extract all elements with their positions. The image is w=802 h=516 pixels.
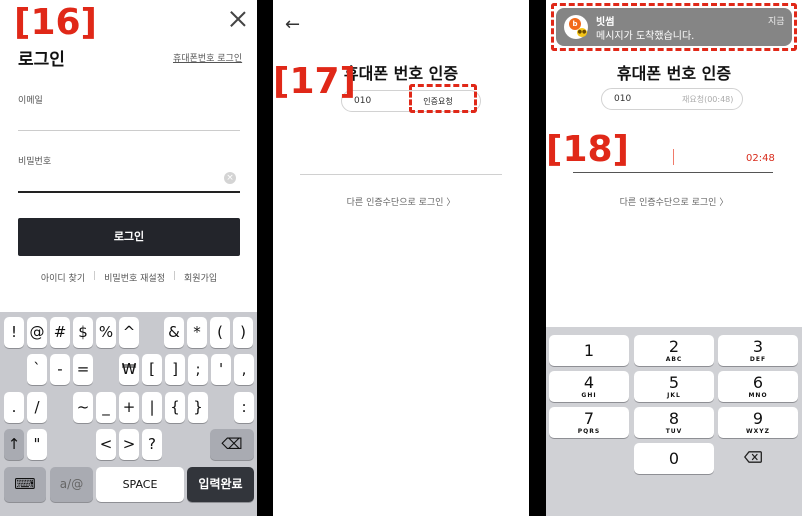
keyboard-switch-key[interactable]: ⌨ <box>4 467 46 502</box>
key[interactable]: = <box>73 354 93 385</box>
link-separator: | <box>93 271 97 281</box>
numpad-key-8[interactable]: 8 TUV <box>634 407 714 438</box>
page-title: 휴대폰 번호 인증 <box>616 64 732 83</box>
login-screen: 로그인 휴대폰번호 로그인 이메일 비밀번호 × 로그인 아이디 찾기 | 비밀… <box>0 0 257 516</box>
numpad-key-3[interactable]: 3 DEF <box>718 335 798 366</box>
space-key[interactable]: SPACE <box>96 467 184 502</box>
numpad-key-1[interactable]: 1 <box>549 335 629 366</box>
key[interactable]: > <box>119 429 139 460</box>
code-input-line[interactable] <box>300 174 502 175</box>
key[interactable]: ₩ <box>119 354 139 385</box>
back-arrow-icon[interactable]: ← <box>285 14 300 35</box>
phone-prefix: 010 <box>354 96 372 106</box>
key[interactable]: * <box>187 317 207 348</box>
numpad-key-6[interactable]: 6 MNO <box>718 371 798 402</box>
step-label-17: [17] <box>273 61 357 102</box>
backspace-icon[interactable] <box>744 451 762 463</box>
key[interactable]: @ <box>27 317 47 348</box>
countdown-timer: 02:48 <box>746 153 775 164</box>
numpad-key-5[interactable]: 5 JKL <box>634 371 714 402</box>
page-title: 로그인 <box>18 50 65 70</box>
key[interactable]: / <box>27 392 47 423</box>
key[interactable]: ' <box>211 354 231 385</box>
key[interactable]: ( <box>210 317 230 348</box>
link-separator: | <box>172 271 177 281</box>
code-input-line[interactable] <box>573 172 773 173</box>
find-id-link[interactable]: 아이디 찾기 <box>41 271 85 284</box>
password-field[interactable] <box>18 191 240 193</box>
numpad-key-2[interactable]: 2 ABC <box>634 335 714 366</box>
key[interactable]: " <box>27 429 47 460</box>
key[interactable]: ) <box>233 317 253 348</box>
key[interactable]: } <box>188 392 208 423</box>
key[interactable]: ? <box>142 429 162 460</box>
login-button[interactable]: 로그인 <box>18 218 240 256</box>
retry-button[interactable]: 재요청(00:48) <box>682 94 733 105</box>
other-method-link[interactable]: 다른 인증수단으로 로그인 〉 <box>273 195 529 208</box>
key[interactable]: _ <box>96 392 116 423</box>
key[interactable]: ~ <box>73 392 93 423</box>
clear-input-icon[interactable]: × <box>224 172 236 184</box>
shift-key[interactable]: ↑ <box>4 429 24 460</box>
email-label: 이메일 <box>18 96 43 106</box>
key[interactable]: - <box>50 354 70 385</box>
numpad-key-9[interactable]: 9 WXYZ <box>718 407 798 438</box>
email-field[interactable] <box>18 130 240 131</box>
key[interactable]: < <box>96 429 116 460</box>
code-entry-screen: b ●● 빗썸 메시지가 도착했습니다. 지금 휴대폰 번호 인증 010 재요… <box>546 0 802 516</box>
highlight-box <box>409 84 477 113</box>
done-key[interactable]: 입력완료 <box>187 467 254 502</box>
reset-password-link[interactable]: 비밀번호 재설정 <box>104 271 165 284</box>
account-links: 아이디 찾기 | 비밀번호 재설정 | 회원가입 <box>18 271 240 284</box>
step-label-16: [16] <box>14 2 98 43</box>
numpad-key-4[interactable]: 4 GHI <box>549 371 629 402</box>
symbol-keyboard: ! @ # $ % ^ & * ( ) ` - = ₩ [ ] ; ' , . … <box>0 312 257 516</box>
text-cursor <box>673 149 674 165</box>
phone-number-input[interactable]: 010 재요청(00:48) <box>601 88 743 110</box>
close-icon[interactable] <box>229 10 247 28</box>
key[interactable]: ; <box>188 354 208 385</box>
key[interactable]: | <box>142 392 162 423</box>
key[interactable]: : <box>234 392 254 423</box>
numeric-keypad: 1 2 ABC 3 DEF 4 GHI 5 JKL 6 MNO 7 PQRS 8 TUV 9W… <box>546 327 802 516</box>
numpad-key-7[interactable]: 7 PQRS <box>549 407 629 438</box>
key[interactable]: % <box>96 317 116 348</box>
key[interactable]: { <box>165 392 185 423</box>
backspace-key[interactable]: ⌫ <box>210 429 254 460</box>
signup-link[interactable]: 회원가입 <box>184 271 217 284</box>
key[interactable]: ! <box>4 317 24 348</box>
key[interactable]: [ <box>142 354 162 385</box>
key[interactable]: # <box>50 317 70 348</box>
highlight-box <box>551 3 797 51</box>
key[interactable]: ` <box>27 354 47 385</box>
phone-prefix: 010 <box>614 94 632 104</box>
key[interactable]: $ <box>73 317 93 348</box>
key[interactable]: , <box>234 354 254 385</box>
mode-key[interactable]: a/@ <box>50 467 93 502</box>
step-label-18: [18] <box>546 129 630 170</box>
other-method-link[interactable]: 다른 인증수단으로 로그인 〉 <box>546 195 802 208</box>
key[interactable]: . <box>4 392 24 423</box>
key[interactable]: ] <box>165 354 185 385</box>
key[interactable]: & <box>164 317 184 348</box>
key[interactable]: + <box>119 392 139 423</box>
key[interactable]: ^ <box>119 317 139 348</box>
password-label: 비밀번호 <box>18 157 52 167</box>
numpad-key-0[interactable]: 0 <box>634 443 714 474</box>
phone-login-link[interactable]: 휴대폰번호 로그인 <box>173 51 242 64</box>
